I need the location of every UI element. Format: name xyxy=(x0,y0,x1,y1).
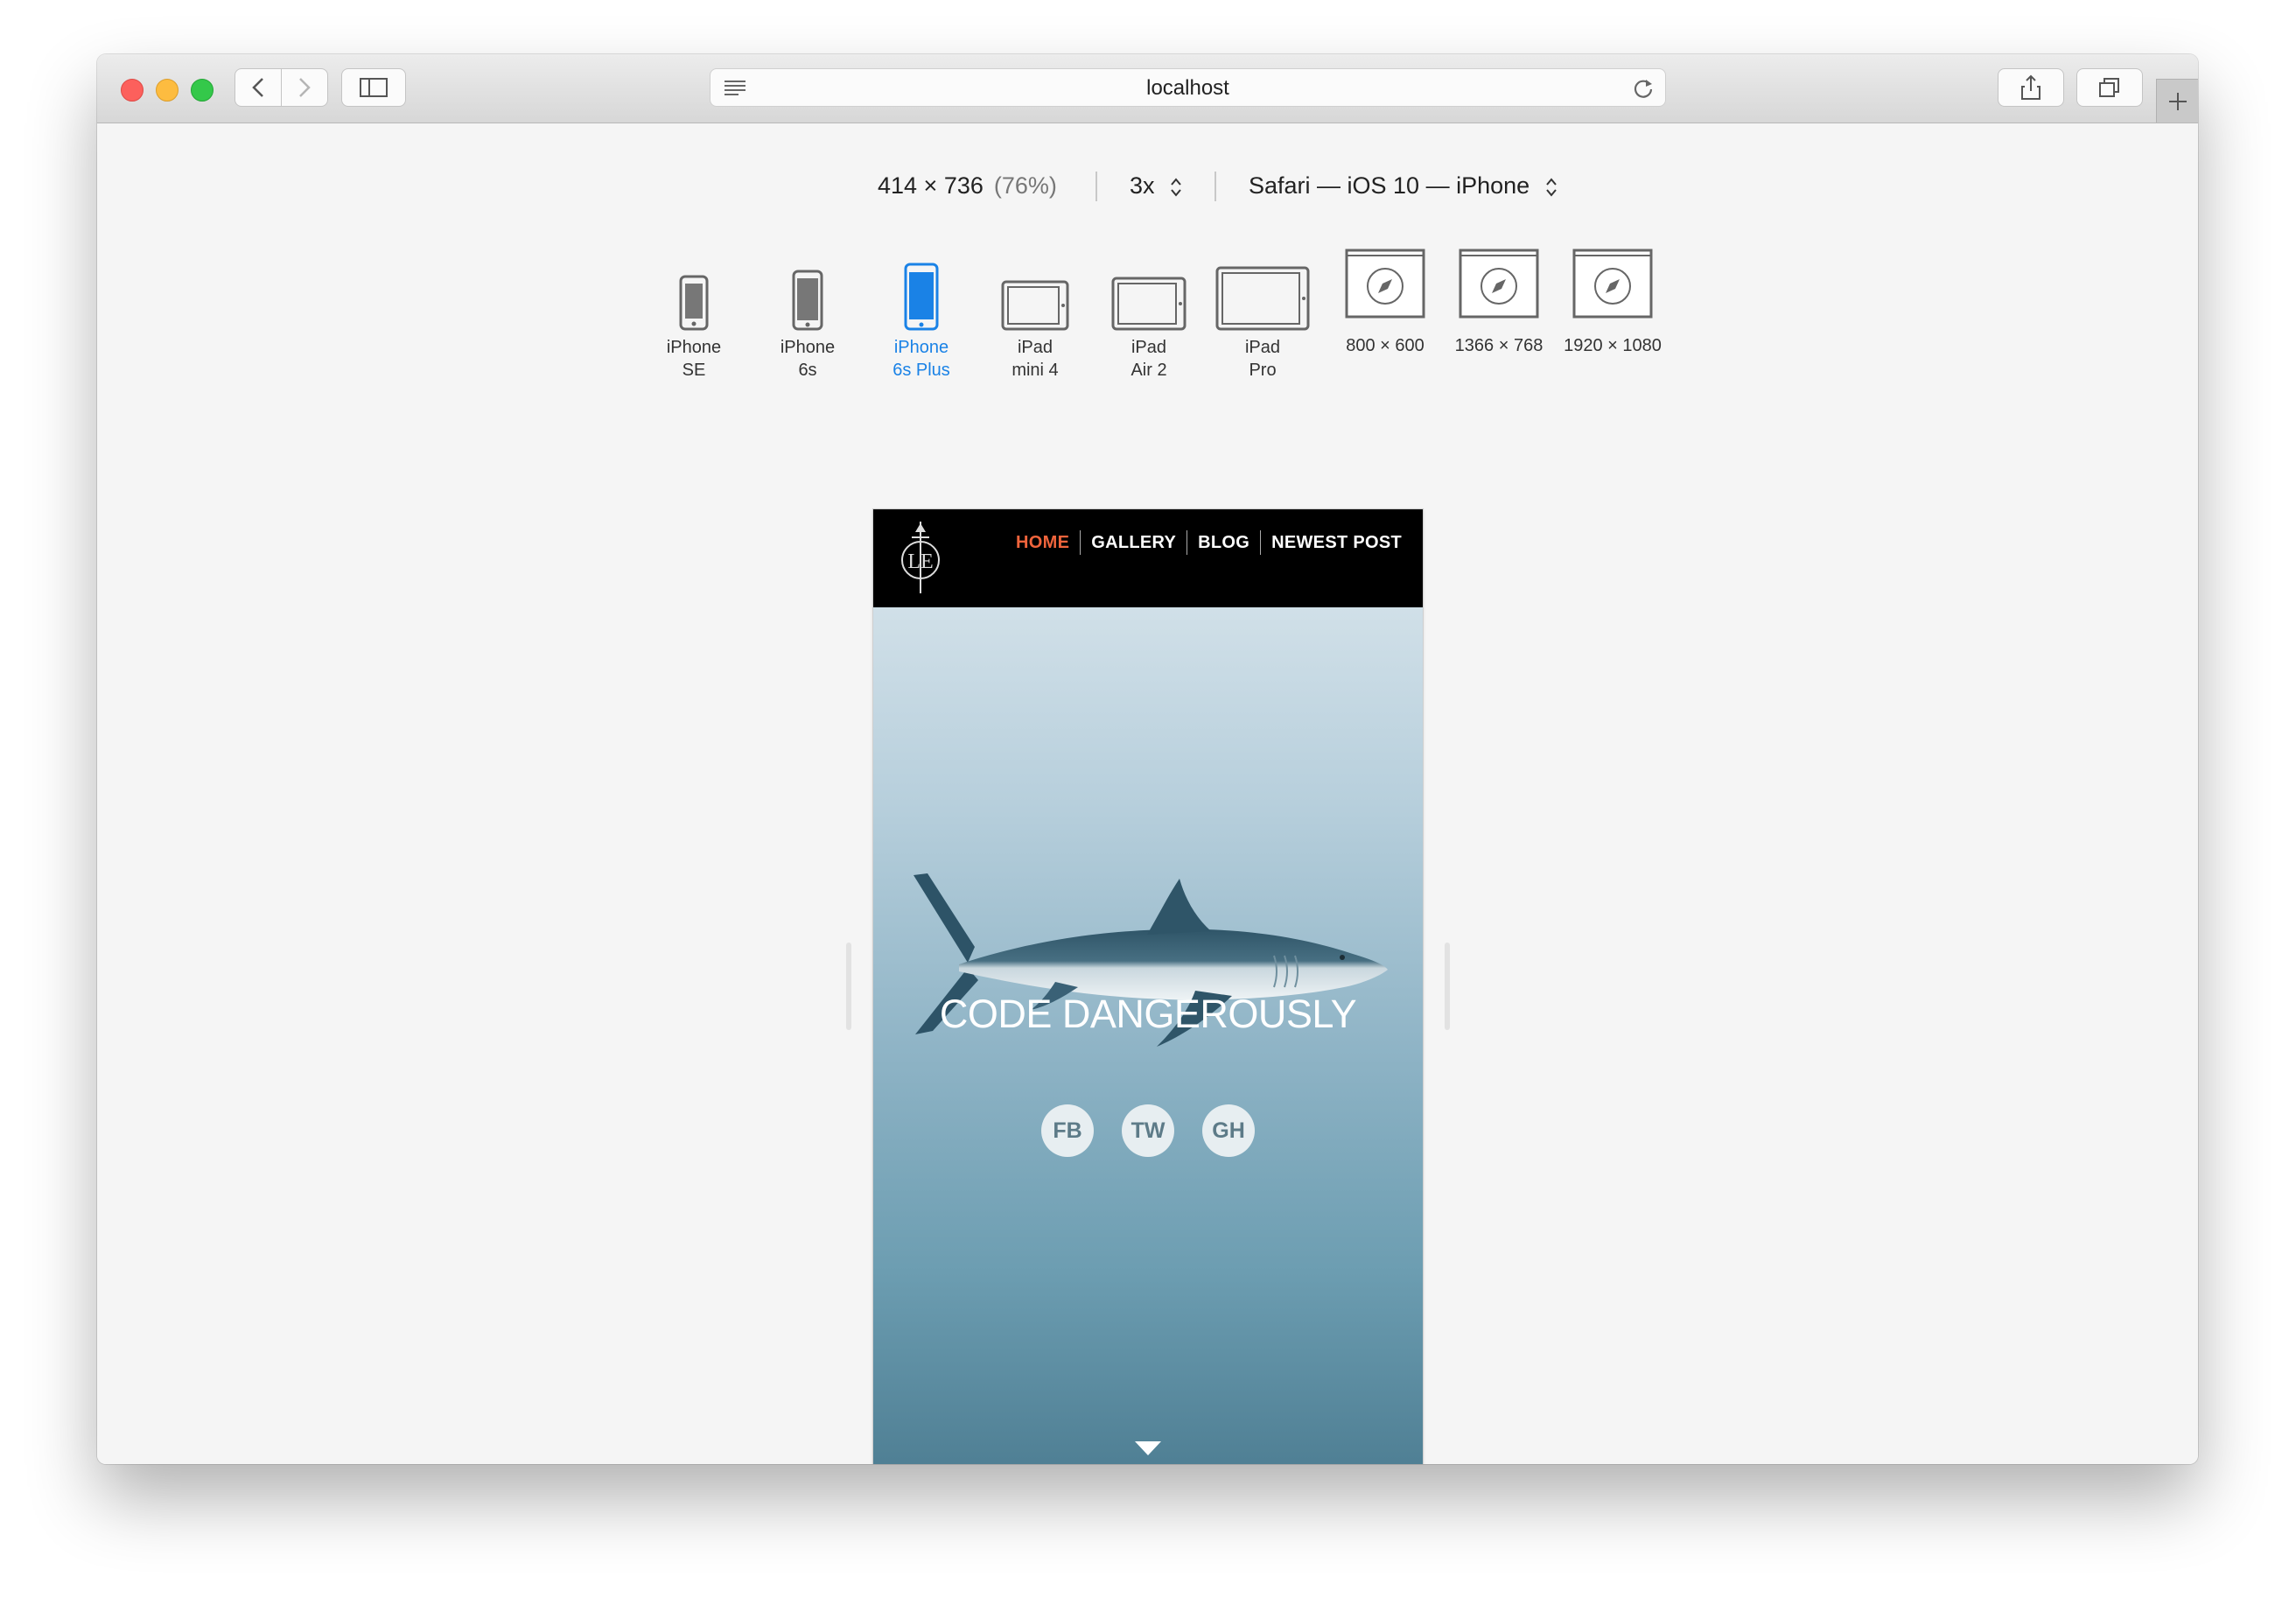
updown-chevron-icon xyxy=(1545,178,1557,197)
reload-icon[interactable] xyxy=(1632,77,1655,100)
safari-compass-icon xyxy=(1345,249,1425,319)
share-button[interactable] xyxy=(1998,68,2064,107)
sidebar-icon xyxy=(360,78,388,97)
chevron-right-icon xyxy=(299,78,311,97)
ipad-mini-icon xyxy=(1001,280,1069,331)
scale-select[interactable]: 3x xyxy=(1130,172,1182,200)
device-viewport: LE HOME GALLERY BLOG NEWEST POST CODE DA… xyxy=(873,509,1423,1464)
iphone-6s-icon xyxy=(792,270,823,331)
device-label: 1366 × 768 xyxy=(1454,336,1544,355)
tabs-icon xyxy=(2099,78,2119,97)
sidebar-toggle-button[interactable] xyxy=(341,68,406,107)
ipad-pro-icon xyxy=(1215,266,1310,331)
user-agent-select[interactable]: Safari — iOS 10 — iPhone xyxy=(1249,172,1558,200)
forward-button[interactable] xyxy=(281,68,328,107)
plus-icon xyxy=(2168,92,2187,110)
github-link[interactable]: GH xyxy=(1202,1104,1255,1157)
nav-blog[interactable]: BLOG xyxy=(1186,530,1260,555)
twitter-link[interactable]: TW xyxy=(1122,1104,1174,1157)
viewport-dimensions: 414 × 736 (76%) xyxy=(878,172,1057,200)
site-nav: HOME GALLERY BLOG NEWEST POST xyxy=(1005,530,1402,555)
share-icon xyxy=(2021,74,2040,100)
device-label: iPad mini 4 xyxy=(1012,338,1059,380)
back-button[interactable] xyxy=(234,68,282,107)
browser-window: localhost 414 × 736 (76%) 3x Safari — iO… xyxy=(97,54,2198,1464)
device-label: iPhone 6s xyxy=(780,338,836,380)
device-1366x768[interactable]: 1366 × 768 xyxy=(1446,249,1551,357)
device-label: 1920 × 1080 xyxy=(1564,336,1662,355)
facebook-link[interactable]: FB xyxy=(1041,1104,1094,1157)
svg-text:LE: LE xyxy=(907,550,933,573)
device-label: 800 × 600 xyxy=(1346,336,1424,355)
device-ipad-pro[interactable]: iPad Pro xyxy=(1210,249,1315,382)
device-iphone-6s-plus[interactable]: iPhone 6s Plus xyxy=(869,249,974,382)
hero-title: CODE DANGEROUSLY xyxy=(939,992,1357,1036)
device-iphone-se[interactable]: iPhone SE xyxy=(641,249,746,382)
divider xyxy=(1214,172,1216,201)
scale-value: 3x xyxy=(1130,172,1155,199)
device-ipad-air-2[interactable]: iPad Air 2 xyxy=(1096,249,1201,382)
nav-newest-post[interactable]: NEWEST POST xyxy=(1260,530,1402,555)
address-bar[interactable]: localhost xyxy=(710,68,1666,107)
scroll-down-arrow-icon[interactable] xyxy=(1135,1441,1161,1457)
device-iphone-6s[interactable]: iPhone 6s xyxy=(755,249,860,382)
minimize-window-button[interactable] xyxy=(156,79,178,102)
site-header: LE HOME GALLERY BLOG NEWEST POST xyxy=(873,509,1423,607)
responsive-design-mode: 414 × 736 (76%) 3x Safari — iOS 10 — iPho… xyxy=(97,123,2198,1464)
zoom-percent: (76%) xyxy=(993,172,1057,199)
tab-overview-button[interactable] xyxy=(2076,68,2143,107)
chevron-left-icon xyxy=(252,78,263,97)
iphone-se-icon xyxy=(679,275,709,331)
ipad-air-icon xyxy=(1111,277,1186,331)
safari-compass-icon xyxy=(1572,249,1653,319)
updown-chevron-icon xyxy=(1171,178,1181,197)
new-tab-button[interactable] xyxy=(2156,79,2198,123)
device-1920x1080[interactable]: 1920 × 1080 xyxy=(1560,249,1665,357)
site-logo-icon[interactable]: LE xyxy=(898,522,943,593)
device-label: iPad Air 2 xyxy=(1130,338,1167,380)
toolbar: localhost xyxy=(97,54,2198,123)
device-label: iPad Pro xyxy=(1244,338,1281,380)
resize-handle-right[interactable] xyxy=(1445,943,1450,1030)
resize-handle-left[interactable] xyxy=(846,943,851,1030)
zoom-window-button[interactable] xyxy=(191,79,214,102)
dimensions-text: 414 × 736 xyxy=(878,172,984,199)
safari-compass-icon xyxy=(1459,249,1539,319)
close-window-button[interactable] xyxy=(121,79,144,102)
device-800x600[interactable]: 800 × 600 xyxy=(1333,249,1438,357)
iphone-6s-plus-icon xyxy=(904,263,939,331)
social-links: FB TW GH xyxy=(873,1104,1423,1157)
device-ipad-mini-4[interactable]: iPad mini 4 xyxy=(983,249,1088,382)
nav-gallery[interactable]: GALLERY xyxy=(1080,530,1186,555)
device-label: iPhone SE xyxy=(666,338,722,380)
url-text: localhost xyxy=(1146,76,1229,100)
divider xyxy=(1096,172,1097,201)
nav-home[interactable]: HOME xyxy=(1005,530,1080,555)
device-label: iPhone 6s Plus xyxy=(892,338,950,380)
user-agent-value: Safari — iOS 10 — iPhone xyxy=(1249,172,1530,199)
